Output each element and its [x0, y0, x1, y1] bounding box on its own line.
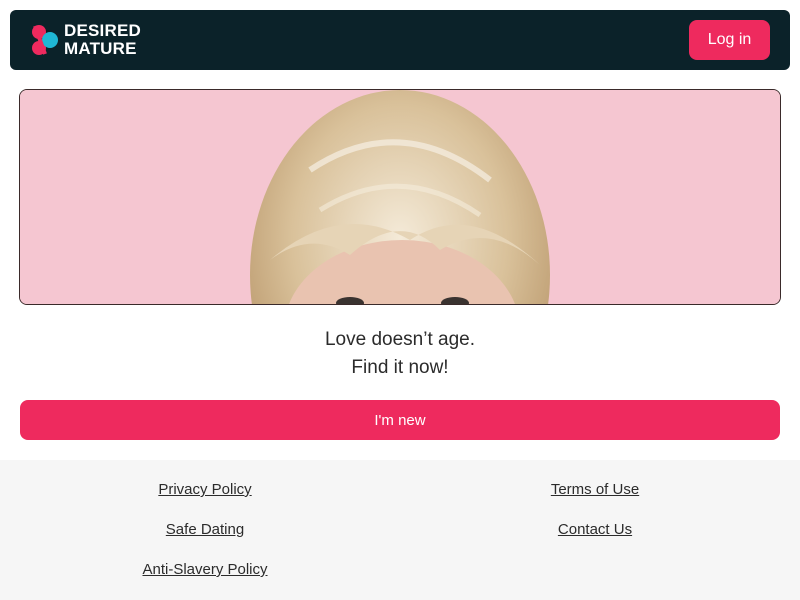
terms-of-use-link[interactable]: Terms of Use — [551, 480, 639, 500]
contact-us-link[interactable]: Contact Us — [558, 520, 632, 540]
anti-slavery-policy-link[interactable]: Anti-Slavery Policy — [142, 560, 267, 580]
site-footer: Privacy Policy Safe Dating Anti-Slavery … — [0, 460, 800, 600]
heart-pair-icon — [32, 25, 58, 55]
logo-line2: MATURE — [64, 39, 137, 58]
tagline-line1: Love doesn’t age. — [324, 329, 475, 350]
logo-wordmark: DESIRED MATURE — [64, 22, 141, 58]
logo-line1: DESIRED — [64, 21, 141, 40]
tagline-line2: Find it now! — [351, 357, 449, 378]
privacy-policy-link[interactable]: Privacy Policy — [158, 480, 251, 500]
portrait-illustration — [20, 90, 780, 304]
im-new-button[interactable]: I'm new — [20, 400, 780, 440]
login-button[interactable]: Log in — [689, 20, 770, 60]
hero-image — [19, 89, 781, 305]
site-logo[interactable]: DESIRED MATURE — [30, 20, 170, 60]
tagline: Love doesn’t age. Find it now! — [0, 326, 800, 382]
safe-dating-link[interactable]: Safe Dating — [166, 520, 244, 540]
site-header: DESIRED MATURE Log in — [10, 10, 790, 70]
